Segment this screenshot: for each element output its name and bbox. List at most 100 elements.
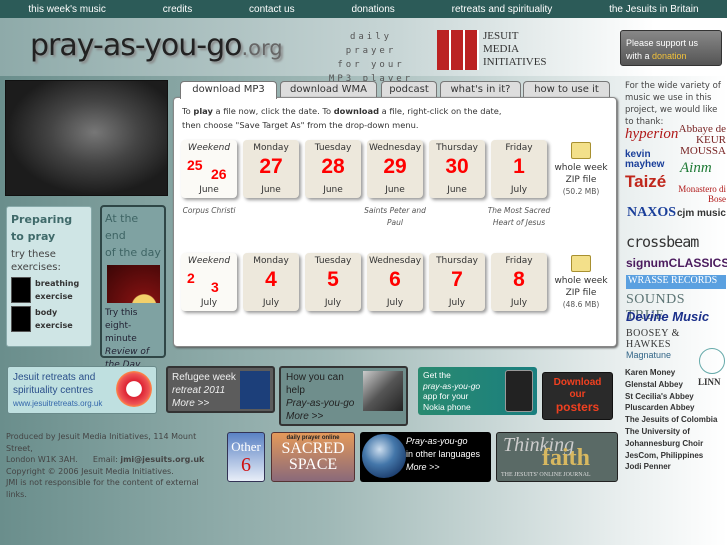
logo-boosey-hawkes[interactable]: BOOSEY & HAWKES xyxy=(626,328,727,350)
month: June xyxy=(261,185,281,195)
date-card[interactable]: Tuesday 28 June xyxy=(305,140,361,198)
day-name: Tuesday xyxy=(314,143,352,153)
date-card[interactable]: Monday 27 June xyxy=(243,140,299,198)
footer-email-link[interactable]: jmi@jesuits.org.uk xyxy=(120,455,204,464)
donate-link[interactable]: donation xyxy=(652,51,687,61)
day-name: Wednesday xyxy=(368,256,422,266)
month: June xyxy=(323,185,343,195)
refugee-figures-icon xyxy=(240,371,270,409)
date-number: 29 xyxy=(383,155,407,178)
keyboard-image xyxy=(363,371,403,411)
banner-other-6[interactable]: Other 6 xyxy=(227,432,265,482)
logo-taize[interactable]: Taizé xyxy=(625,172,666,192)
day-name: Monday xyxy=(253,256,289,266)
day-name: Weekend xyxy=(187,143,231,153)
logo-keur-moussa[interactable]: Abbaye de KEUR MOUSSA xyxy=(678,124,726,157)
preparing-title: Preparing xyxy=(11,213,73,226)
donate-text: Please support us xyxy=(626,38,699,48)
footer-text: London W1K 3AH. xyxy=(6,455,78,464)
jmi-text: MEDIA xyxy=(483,43,520,55)
footer-text: Copyright © 2006 Jesuit Media Initiative… xyxy=(6,466,174,476)
sunset-image xyxy=(107,265,160,303)
logo-hyperion[interactable]: hyperion xyxy=(625,126,678,143)
nav-credits[interactable]: credits xyxy=(163,4,192,15)
hero-photo xyxy=(5,80,168,196)
donation-button[interactable]: Please support us with a donation xyxy=(620,30,722,66)
preparing-subtitle: try these exercises: xyxy=(11,249,61,273)
body-exercise-link[interactable]: body exercise xyxy=(11,306,87,332)
logo-crossbeam[interactable]: crossbeam xyxy=(626,233,699,251)
zip-folder-icon xyxy=(571,142,591,159)
logo-kevin-mayhew[interactable]: kevin mayhew xyxy=(625,150,675,170)
jmi-logo[interactable]: JESUIT MEDIA INITIATIVES xyxy=(437,30,547,70)
month: June xyxy=(385,185,405,195)
date-card[interactable]: Monday 4 July xyxy=(243,253,299,311)
nav-contact-us[interactable]: contact us xyxy=(249,4,295,15)
banner-jesuit-retreats[interactable]: Jesuit retreats and spirituality centres w… xyxy=(7,366,157,414)
ihs-emblem-icon xyxy=(116,371,152,407)
month: June xyxy=(199,185,219,195)
logo-magnatune[interactable]: Magnatune xyxy=(626,350,671,360)
site-logo[interactable]: pray-as-you-go.org xyxy=(30,28,283,63)
date-card[interactable]: Weekend 25 26 June xyxy=(181,140,237,198)
eod-title: At the end xyxy=(105,212,139,242)
thanks-names: Karen Money Glenstal Abbey St Cecilia's Ab… xyxy=(625,367,717,473)
nav-donations[interactable]: donations xyxy=(351,4,394,15)
day-name: Thursday xyxy=(436,143,478,153)
logo-bose[interactable]: Monastero di Bose xyxy=(677,184,726,204)
tab-whats-in-it[interactable]: what's in it? xyxy=(440,81,521,98)
banner-sacred-space[interactable]: daily prayer online SACRED SPACE xyxy=(271,432,355,482)
date-card[interactable]: Thursday 7 July xyxy=(429,253,485,311)
date-card[interactable]: Friday 1 July xyxy=(491,140,547,198)
logo-naxos[interactable]: NAXOS xyxy=(627,205,676,221)
tagline: daily prayer for your MP3 player xyxy=(326,30,416,86)
nav-jesuits-in-britain[interactable]: the Jesuits in Britain xyxy=(609,4,699,15)
zip-label: whole week xyxy=(554,163,608,173)
date-card[interactable]: Thursday 30 June xyxy=(429,140,485,198)
tab-podcast[interactable]: podcast xyxy=(381,81,437,98)
breathing-icon xyxy=(11,277,31,303)
zip-label: ZIP file xyxy=(565,288,597,298)
logo-cjm[interactable]: cjm music xyxy=(677,208,726,219)
globe-icon xyxy=(362,434,406,478)
nav-this-weeks-music[interactable]: this week's music xyxy=(28,4,106,15)
body-icon xyxy=(11,306,31,332)
banner-refugee-week[interactable]: Refugee week retreat 2011 More >> xyxy=(166,366,275,413)
logo-signum[interactable]: signumCLASSICS xyxy=(626,256,727,270)
banner-other-languages[interactable]: Pray-as-you-go in other languages More >> xyxy=(360,432,491,482)
logo-devine-music[interactable]: Devine Music xyxy=(626,309,709,324)
zip-size: (50.2 MB) xyxy=(562,187,600,196)
date-number: 3 xyxy=(211,279,219,295)
day-name: Thursday xyxy=(436,256,478,266)
date-number: 30 xyxy=(445,155,469,178)
whole-week-zip-link[interactable]: whole week ZIP file (48.6 MB) xyxy=(553,255,609,311)
banner-thinking-faith[interactable]: Thinking faith THE JESUITS' ONLINE JOURN… xyxy=(496,432,618,482)
date-card[interactable]: Wednesday 6 July xyxy=(367,253,423,311)
banner-nokia-app[interactable]: Get the pray-as-you-go app for your Nokia p… xyxy=(418,367,537,415)
date-card[interactable]: Friday 8 July xyxy=(491,253,547,311)
banner-how-you-can-help[interactable]: How you can help Pray-as-you-go More >> xyxy=(279,366,408,426)
thanks-name: Karen Money xyxy=(625,368,676,377)
tab-download-wma[interactable]: download WMA xyxy=(280,81,377,98)
ex-label: body xyxy=(35,308,58,317)
date-card[interactable]: Tuesday 5 July xyxy=(305,253,361,311)
banner-download-posters[interactable]: Download our posters xyxy=(542,372,613,420)
date-card[interactable]: Weekend 2 3 July xyxy=(181,253,237,311)
zip-size: (48.6 MB) xyxy=(562,300,600,309)
logo-ainm[interactable]: Ainm xyxy=(680,160,712,177)
logo-wrasse[interactable]: WRASSE RECORDS xyxy=(626,275,726,289)
logo-suffix: .org xyxy=(241,36,283,60)
tagline-line: for your xyxy=(337,60,405,70)
breathing-exercise-link[interactable]: breathing exercise xyxy=(11,277,87,303)
day-name: Weekend xyxy=(187,256,231,266)
nav-retreats[interactable]: retreats and spirituality xyxy=(452,4,553,15)
month: July xyxy=(386,298,404,308)
tab-how-to-use[interactable]: how to use it xyxy=(523,81,610,98)
date-card[interactable]: Wednesday 29 June xyxy=(367,140,423,198)
feast-note: Corpus Christi xyxy=(182,206,236,215)
month: July xyxy=(200,298,218,308)
end-of-day-box[interactable]: At the end of the day Try this eight-min… xyxy=(100,205,166,370)
whole-week-zip-link[interactable]: whole week ZIP file (50.2 MB) xyxy=(553,142,609,198)
tab-download-mp3[interactable]: download MP3 xyxy=(180,81,277,99)
thanks-name: Jodi Penner xyxy=(625,462,671,472)
